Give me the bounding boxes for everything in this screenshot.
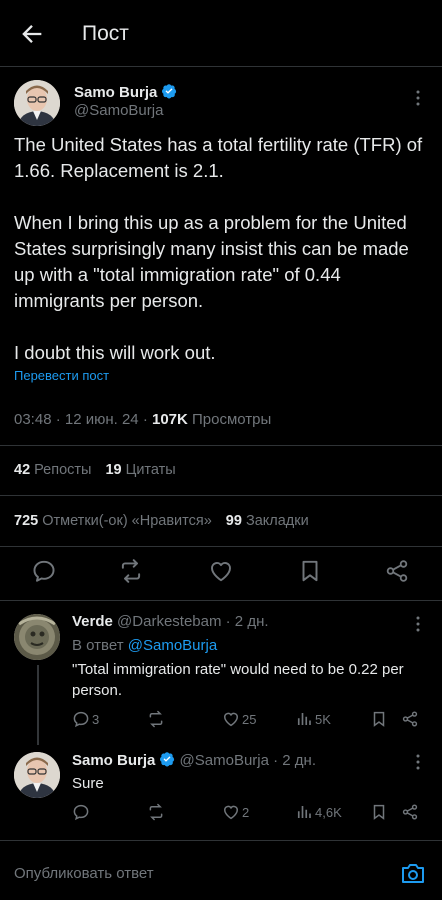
like-icon: [224, 712, 238, 727]
post-action-bar: [0, 558, 442, 590]
in-reply-handle-link[interactable]: @SamoBurja: [128, 637, 217, 654]
reply-text: "Total immigration rate" would need to b…: [72, 661, 404, 699]
reply-button[interactable]: 3: [72, 710, 99, 728]
like-icon: [224, 805, 238, 820]
avatar[interactable]: [14, 80, 60, 126]
likes-stat[interactable]: 725 Отметки(-ок) «Нравится»: [14, 513, 212, 529]
post-timestamp[interactable]: 03:48 · 12 июн. 24 ·: [14, 411, 152, 428]
bookmark-icon[interactable]: [370, 803, 388, 821]
reply-composer[interactable]: Опубликовать ответ: [0, 840, 442, 900]
bookmarks-stat[interactable]: 99 Закладки: [226, 513, 309, 529]
reply-button[interactable]: [72, 803, 92, 821]
more-icon[interactable]: [408, 88, 428, 108]
more-icon[interactable]: [408, 752, 428, 772]
thread-line: [37, 665, 39, 745]
share-icon[interactable]: [401, 803, 419, 821]
divider: [0, 445, 442, 446]
views-label: Просмотры: [187, 411, 272, 428]
author-handle[interactable]: @SamoBurja: [74, 102, 163, 119]
views-icon: [297, 713, 311, 725]
bookmark-icon[interactable]: [297, 558, 323, 584]
views-button[interactable]: 4,6K: [295, 803, 342, 821]
reply-icon: [73, 711, 89, 728]
avatar[interactable]: [14, 752, 60, 798]
like-button[interactable]: 25: [222, 710, 256, 728]
top-bar: Пост: [0, 0, 442, 66]
avatar[interactable]: [14, 614, 60, 660]
back-arrow-icon[interactable]: [18, 20, 46, 48]
divider: [0, 495, 442, 496]
repost-button[interactable]: [147, 803, 167, 821]
reply-author[interactable]: Verde @Darkestebam · 2 дн.: [72, 613, 269, 630]
like-bookmark-stats: 725 Отметки(-ок) «Нравится» 99 Закладки: [14, 513, 309, 529]
reposts-stat[interactable]: 42 Репосты: [14, 462, 91, 478]
like-icon[interactable]: [208, 558, 234, 584]
reply-input[interactable]: Опубликовать ответ: [14, 865, 154, 882]
reply-icon: [73, 804, 89, 821]
camera-icon[interactable]: [400, 861, 426, 885]
divider: [0, 546, 442, 547]
divider: [0, 600, 442, 601]
in-reply-to: В ответ @SamoBurja: [72, 637, 218, 654]
repost-icon: [149, 803, 163, 821]
verified-badge-icon: [160, 752, 175, 767]
share-icon[interactable]: [401, 710, 419, 728]
reply-author[interactable]: Samo Burja @SamoBurja · 2 дн.: [72, 751, 316, 769]
post-text: The United States has a total fertility …: [14, 132, 432, 392]
verified-badge-icon: [162, 84, 177, 99]
repost-quote-stats: 42 Репосты 19 Цитаты: [14, 462, 176, 478]
more-icon[interactable]: [408, 614, 428, 634]
repost-icon: [149, 710, 163, 728]
author-name[interactable]: Samo Burja: [74, 83, 177, 101]
share-icon[interactable]: [384, 558, 410, 584]
views-button[interactable]: 5K: [295, 710, 331, 728]
repost-icon[interactable]: [118, 558, 144, 584]
reply-text: Sure: [72, 775, 104, 792]
post-paragraph: I doubt this will work out.: [14, 342, 216, 363]
bookmark-icon[interactable]: [370, 710, 388, 728]
page-title: Пост: [82, 22, 129, 45]
divider: [0, 66, 442, 67]
reply-icon[interactable]: [31, 558, 57, 584]
post-paragraph: The United States has a total fertility …: [14, 134, 423, 181]
repost-button[interactable]: [147, 710, 167, 728]
like-button[interactable]: 2: [222, 803, 249, 821]
translate-post-link[interactable]: Перевести пост: [14, 368, 109, 383]
quotes-stat[interactable]: 19 Цитаты: [105, 462, 175, 478]
views-count: 107K: [151, 411, 188, 428]
views-icon: [297, 806, 311, 818]
post-paragraph: When I bring this up as a problem for th…: [14, 212, 409, 311]
post-meta: 03:48 · 12 июн. 24 · 107K Просмотры: [14, 411, 271, 428]
